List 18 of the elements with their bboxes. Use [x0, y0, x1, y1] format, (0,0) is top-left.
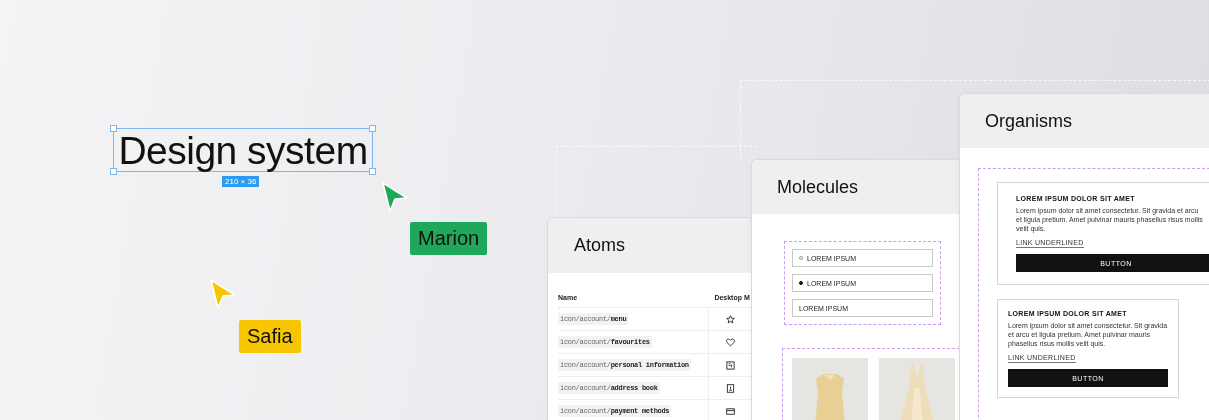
user-label: Safia	[239, 320, 301, 353]
cursor-icon	[381, 181, 409, 213]
heart-icon	[726, 337, 735, 347]
frame-title: Molecules	[777, 176, 859, 198]
resize-handle[interactable]	[369, 168, 376, 175]
id-card-icon	[726, 360, 735, 370]
card-icon	[726, 406, 735, 416]
resize-handle[interactable]	[110, 125, 117, 132]
frame-title: Organisms	[985, 110, 1073, 132]
dimensions-tag: 210 × 36	[222, 176, 260, 187]
star-icon	[726, 314, 735, 324]
frame-title: Atoms	[574, 235, 625, 256]
radio-button[interactable]	[799, 281, 803, 285]
user-label: Marion	[410, 222, 488, 255]
resize-handle[interactable]	[110, 168, 117, 175]
resize-handle[interactable]	[369, 125, 376, 132]
cursor-icon	[209, 278, 237, 310]
book-icon	[726, 383, 735, 393]
